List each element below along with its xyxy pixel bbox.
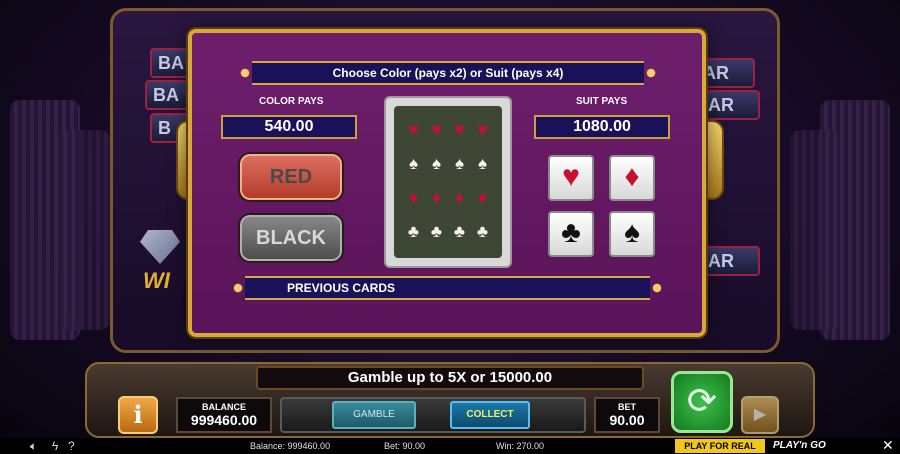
gamble-limit-message: Gamble up to 5X or 15000.00 bbox=[256, 366, 644, 390]
card-pip-icon: ♣ bbox=[476, 222, 489, 241]
reel-symbol-bar: AR bbox=[700, 90, 760, 120]
balance-label: BALANCE bbox=[202, 402, 246, 412]
card-pip-icon: ♥ bbox=[477, 120, 488, 139]
card-pip-icon: ♥ bbox=[431, 120, 442, 139]
clubs-button[interactable]: ♣ bbox=[548, 211, 594, 257]
card-pip-icon: ♣ bbox=[430, 222, 443, 241]
turbo-icon[interactable]: ϟ bbox=[52, 439, 58, 453]
color-pays-value: 540.00 bbox=[221, 115, 357, 139]
card-pip-icon: ♦ bbox=[455, 188, 464, 207]
collect-button[interactable]: COLLECT bbox=[450, 401, 530, 429]
card-pip-icon: ♣ bbox=[407, 222, 420, 241]
help-icon[interactable]: ? bbox=[68, 439, 75, 453]
card-back-pattern: ♥ ♥ ♥ ♥ ♠ ♠ ♠ ♠ ♦ ♦ ♦ ♦ ♣ ♣ ♣ ♣ bbox=[394, 106, 502, 258]
autoplay-icon: ▶ bbox=[753, 406, 767, 423]
card-pip-icon: ♦ bbox=[478, 188, 487, 207]
footer-bet: Bet: 90.00 bbox=[384, 441, 426, 451]
previous-cards-bar: PREVIOUS CARDS bbox=[233, 276, 662, 300]
close-icon[interactable]: ✕ bbox=[882, 437, 894, 454]
card-pip-icon: ♠ bbox=[408, 154, 419, 173]
balance-value: 999460.00 bbox=[190, 412, 258, 428]
card-pip-icon: ♥ bbox=[454, 120, 465, 139]
card-pip-icon: ♠ bbox=[454, 154, 465, 173]
refresh-icon: ⟳ bbox=[686, 380, 718, 421]
diamond-icon: ♦ bbox=[624, 160, 640, 193]
spade-icon: ♠ bbox=[624, 216, 640, 249]
diamonds-button[interactable]: ♦ bbox=[609, 155, 655, 201]
gamble-button[interactable]: GAMBLE bbox=[332, 401, 416, 429]
card-pip-icon: ♦ bbox=[432, 188, 441, 207]
card-pip-icon: ♣ bbox=[453, 222, 466, 241]
card-pip-icon: ♥ bbox=[408, 120, 419, 139]
footer-win: Win: 270.00 bbox=[496, 441, 545, 451]
footer-balance: Balance: 999460.00 bbox=[250, 441, 331, 451]
suit-pays-label: SUIT PAYS bbox=[576, 96, 628, 107]
card-pip-icon: ♠ bbox=[431, 154, 442, 173]
sound-icon[interactable]: 🔈︎ bbox=[30, 439, 37, 453]
club-icon: ♣ bbox=[561, 216, 581, 249]
reel-symbol-bar: AR bbox=[700, 246, 760, 276]
card-pip-icon: ♦ bbox=[409, 188, 418, 207]
bet-label: BET bbox=[618, 402, 636, 412]
spades-button[interactable]: ♠ bbox=[609, 211, 655, 257]
black-button[interactable]: BLACK bbox=[238, 213, 344, 263]
color-pays-label: COLOR PAYS bbox=[259, 96, 324, 107]
card-pip-icon: ♠ bbox=[477, 154, 488, 173]
gamble-title: Choose Color (pays x2) or Suit (pays x4) bbox=[240, 61, 656, 85]
autoplay-button[interactable]: ▶ bbox=[741, 396, 779, 434]
brand-logo: PLAY'n GO bbox=[773, 440, 826, 451]
action-tray bbox=[280, 397, 586, 433]
bet-display: BET 90.00 bbox=[594, 397, 660, 433]
hearts-button[interactable]: ♥ bbox=[548, 155, 594, 201]
heart-icon: ♥ bbox=[562, 160, 580, 193]
bet-value: 90.00 bbox=[609, 412, 645, 428]
status-bar bbox=[0, 438, 900, 454]
light-pillar-left-inner bbox=[60, 130, 110, 330]
wild-symbol: WI bbox=[143, 268, 170, 293]
balance-display: BALANCE 999460.00 bbox=[176, 397, 272, 433]
suit-pays-value: 1080.00 bbox=[534, 115, 670, 139]
info-button[interactable]: i bbox=[118, 396, 158, 434]
play-for-real-button[interactable]: PLAY FOR REAL bbox=[675, 439, 765, 453]
spin-button[interactable]: ⟳ bbox=[671, 371, 733, 433]
light-pillar-right-inner bbox=[790, 130, 840, 330]
info-icon: i bbox=[133, 400, 143, 429]
red-button[interactable]: RED bbox=[238, 152, 344, 202]
face-down-card: ♥ ♥ ♥ ♥ ♠ ♠ ♠ ♠ ♦ ♦ ♦ ♦ ♣ ♣ ♣ ♣ bbox=[384, 96, 512, 268]
